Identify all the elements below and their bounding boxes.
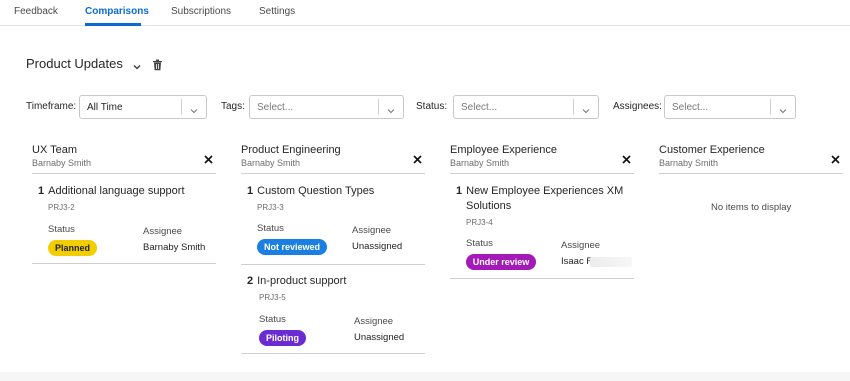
status-label: Status [48, 224, 75, 235]
status-badge: Not reviewed [257, 239, 327, 255]
list-item[interactable]: 1 Custom Question Types PRJ3-3 Status Ass… [241, 174, 425, 265]
tab-subscriptions[interactable]: Subscriptions [171, 6, 231, 17]
column-product-engineering: Product Engineering Barnaby Smith 1 Custo… [241, 144, 425, 354]
tab-settings[interactable]: Settings [259, 6, 295, 17]
column-title: UX Team [32, 144, 78, 156]
item-rank: 2 [247, 275, 254, 287]
column-owner: Barnaby Smith [241, 158, 301, 168]
chevron-down-icon [386, 103, 396, 114]
column-owner: Barnaby Smith [659, 158, 719, 168]
timeframe-value: All Time [87, 102, 123, 113]
tags-select[interactable]: Select... [249, 95, 404, 119]
close-icon[interactable] [622, 151, 631, 164]
top-tab-bar: Feedback Comparisons Subscriptions Setti… [0, 0, 850, 26]
empty-state-text: No items to display [711, 202, 792, 213]
close-icon[interactable] [413, 151, 422, 164]
trash-icon[interactable] [152, 58, 163, 70]
select-divider [573, 99, 574, 115]
item-title: Additional language support [48, 185, 185, 197]
close-icon[interactable] [204, 151, 213, 164]
assignee-value: Barnaby Smith [143, 242, 206, 253]
assignee-label: Assignee [143, 226, 183, 237]
chevron-down-icon [189, 103, 199, 114]
assignee-value: Isaac R [561, 256, 594, 267]
page-title: Product Updates [26, 56, 123, 71]
column-title: Product Engineering [241, 144, 341, 156]
item-key: PRJ3-3 [257, 203, 284, 212]
select-divider [770, 99, 771, 115]
item-key: PRJ3-2 [48, 203, 75, 212]
timeframe-select[interactable]: All Time [79, 95, 207, 119]
item-rank: 1 [38, 185, 45, 197]
item-title-continued: Solutions [466, 200, 512, 212]
tab-comparisons[interactable]: Comparisons [85, 6, 149, 17]
assignee-label: Assignee [561, 240, 601, 251]
column-title: Employee Experience [450, 144, 558, 156]
column-header: Product Engineering Barnaby Smith [241, 144, 425, 174]
column-header: Employee Experience Barnaby Smith [450, 144, 634, 174]
chevron-down-icon [778, 103, 788, 114]
item-rank: 1 [247, 185, 254, 197]
column-ux-team: UX Team Barnaby Smith 1 Additional langua… [32, 144, 216, 264]
assignees-placeholder: Select... [672, 102, 709, 113]
item-rank: 1 [456, 185, 463, 197]
status-placeholder: Select... [461, 102, 498, 113]
status-label: Status [259, 314, 286, 325]
assignee-label: Assignee [352, 225, 392, 236]
assignees-label: Assignees: [613, 101, 662, 112]
select-divider [181, 99, 182, 115]
column-header: Customer Experience Barnaby Smith [659, 144, 843, 174]
page-title-row: Product Updates [26, 56, 163, 71]
select-divider [378, 99, 379, 115]
assignee-value: Unassigned [352, 241, 403, 252]
list-item[interactable]: 1 New Employee Experiences XM Solutions P… [450, 174, 634, 279]
assignee-value: Unassigned [354, 332, 405, 343]
item-title: In-product support [257, 275, 347, 287]
page-footer-strip [0, 372, 850, 381]
list-item[interactable]: 2 In-product support PRJ3-5 Status Assign… [241, 265, 425, 354]
chevron-down-icon [581, 103, 591, 114]
column-header: UX Team Barnaby Smith [32, 144, 216, 174]
column-owner: Barnaby Smith [32, 158, 92, 168]
item-key: PRJ3-4 [466, 218, 493, 227]
status-label: Status [257, 223, 284, 234]
item-key: PRJ3-5 [259, 293, 286, 302]
close-icon[interactable] [831, 151, 840, 164]
status-label: Status: [416, 101, 448, 112]
redacted-name-blur [590, 257, 632, 267]
column-customer-experience: Customer Experience Barnaby Smith No ite… [659, 144, 843, 213]
list-item[interactable]: 1 Additional language support PRJ3-2 Stat… [32, 174, 216, 264]
assignees-select[interactable]: Select... [664, 95, 796, 119]
column-title: Customer Experience [659, 144, 765, 156]
tab-feedback[interactable]: Feedback [14, 6, 58, 17]
status-badge: Piloting [259, 330, 306, 346]
tags-placeholder: Select... [257, 102, 294, 113]
assignee-label: Assignee [354, 316, 394, 327]
tags-label: Tags: [221, 101, 245, 112]
status-badge: Under review [466, 254, 536, 270]
active-tab-indicator [85, 23, 141, 26]
item-title: New Employee Experiences XM [466, 185, 624, 197]
status-select[interactable]: Select... [453, 95, 599, 119]
item-title: Custom Question Types [257, 185, 375, 197]
column-owner: Barnaby Smith [450, 158, 510, 168]
status-badge: Planned [48, 240, 97, 256]
column-employee-experience: Employee Experience Barnaby Smith 1 New E… [450, 144, 634, 279]
status-label: Status [466, 238, 493, 249]
chevron-down-icon[interactable] [132, 59, 142, 69]
timeframe-label: Timeframe: [26, 101, 77, 112]
